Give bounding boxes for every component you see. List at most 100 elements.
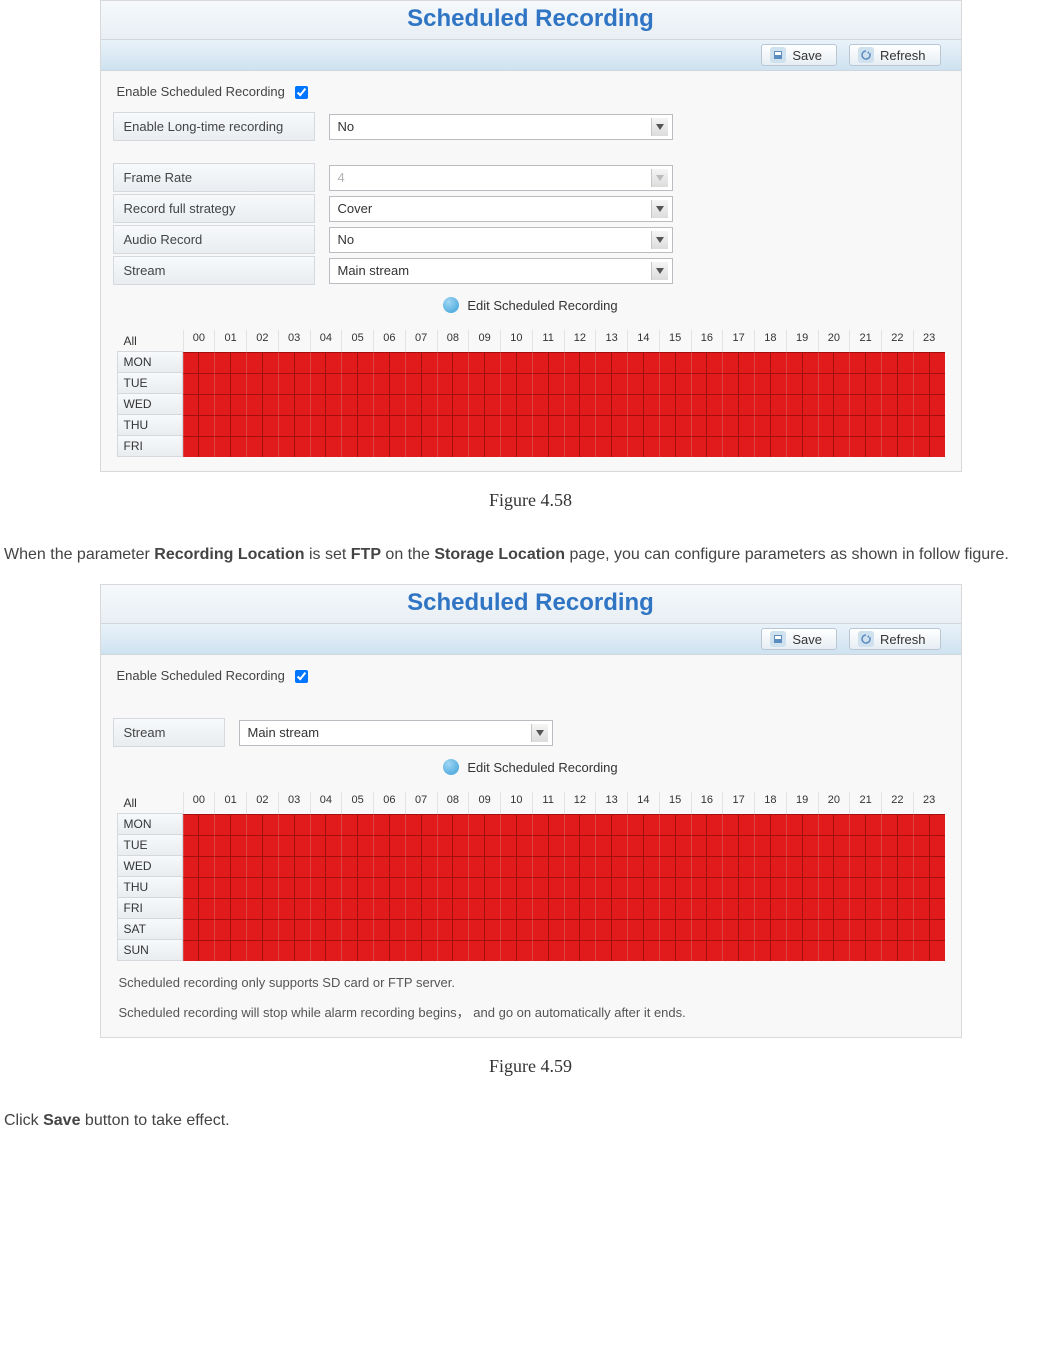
select-stream[interactable]: Main stream [239, 720, 553, 746]
schedule-cell[interactable] [754, 373, 770, 394]
schedule-cell[interactable] [183, 898, 199, 919]
schedule-cell[interactable] [833, 415, 849, 436]
schedule-cell[interactable] [278, 940, 294, 961]
schedule-cell[interactable] [595, 373, 611, 394]
schedule-cell[interactable] [183, 856, 199, 877]
schedule-cell[interactable] [611, 940, 627, 961]
schedule-cell[interactable] [341, 814, 357, 835]
schedule-cell[interactable] [262, 373, 278, 394]
schedule-cell[interactable] [452, 394, 468, 415]
schedule-cell[interactable] [770, 436, 786, 457]
schedule-cell[interactable] [706, 415, 722, 436]
schedule-cell[interactable] [691, 415, 707, 436]
schedule-cell[interactable] [484, 898, 500, 919]
schedule-cell[interactable] [468, 856, 484, 877]
schedule-cell[interactable] [691, 373, 707, 394]
schedule-cell[interactable] [786, 436, 802, 457]
schedule-cell[interactable] [929, 352, 945, 373]
schedule-cell[interactable] [849, 898, 865, 919]
schedule-cell[interactable] [548, 373, 564, 394]
schedule-cell[interactable] [611, 394, 627, 415]
schedule-cell[interactable] [659, 898, 675, 919]
schedule-cell[interactable] [786, 373, 802, 394]
schedule-cell[interactable] [341, 415, 357, 436]
schedule-cell[interactable] [230, 814, 246, 835]
schedule-cell[interactable] [802, 898, 818, 919]
schedule-cell[interactable] [706, 856, 722, 877]
schedule-cell[interactable] [310, 835, 326, 856]
schedule-cell[interactable] [865, 814, 881, 835]
refresh-button[interactable]: Refresh [849, 628, 941, 650]
schedule-cell[interactable] [516, 877, 532, 898]
schedule-cell[interactable] [722, 436, 738, 457]
schedule-cell[interactable] [421, 919, 437, 940]
schedule-cell[interactable] [183, 919, 199, 940]
schedule-cell[interactable] [691, 436, 707, 457]
schedule-cell[interactable] [579, 814, 595, 835]
schedule-cell[interactable] [341, 856, 357, 877]
schedule-cell[interactable] [675, 373, 691, 394]
schedule-cell[interactable] [310, 940, 326, 961]
schedule-cell[interactable] [452, 856, 468, 877]
schedule-cell[interactable] [230, 940, 246, 961]
schedule-cell[interactable] [214, 436, 230, 457]
schedule-cell[interactable] [897, 436, 913, 457]
schedule-cell[interactable] [548, 940, 564, 961]
schedule-cell[interactable] [516, 856, 532, 877]
schedule-cell[interactable] [548, 415, 564, 436]
schedule-cell[interactable] [452, 415, 468, 436]
schedule-cell[interactable] [357, 856, 373, 877]
schedule-cell[interactable] [849, 919, 865, 940]
schedule-cell[interactable] [675, 436, 691, 457]
schedule-cell[interactable] [770, 856, 786, 877]
schedule-cell[interactable] [659, 394, 675, 415]
schedule-cell[interactable] [484, 940, 500, 961]
schedule-cell[interactable] [405, 940, 421, 961]
schedule-cell[interactable] [564, 898, 580, 919]
schedule-cell[interactable] [564, 856, 580, 877]
schedule-cell[interactable] [929, 898, 945, 919]
schedule-cell[interactable] [246, 940, 262, 961]
schedule-cell[interactable] [818, 415, 834, 436]
schedule-cell[interactable] [833, 898, 849, 919]
schedule-cell[interactable] [818, 898, 834, 919]
schedule-cell[interactable] [532, 856, 548, 877]
schedule-cell[interactable] [659, 415, 675, 436]
schedule-cell[interactable] [468, 436, 484, 457]
schedule-cell[interactable] [484, 373, 500, 394]
schedule-cell[interactable] [722, 415, 738, 436]
schedule-cell[interactable] [865, 856, 881, 877]
schedule-cell[interactable] [881, 898, 897, 919]
schedule-cell[interactable] [500, 394, 516, 415]
schedule-cell[interactable] [246, 814, 262, 835]
schedule-cell[interactable] [913, 436, 929, 457]
schedule-cell[interactable] [389, 814, 405, 835]
schedule-cell[interactable] [246, 394, 262, 415]
schedule-cell[interactable] [532, 373, 548, 394]
schedule-cell[interactable] [754, 415, 770, 436]
schedule-cell[interactable] [691, 877, 707, 898]
schedule-cell[interactable] [627, 436, 643, 457]
schedule-cell[interactable] [627, 856, 643, 877]
schedule-cell[interactable] [738, 877, 754, 898]
schedule-cell[interactable] [405, 856, 421, 877]
schedule-cell[interactable] [262, 856, 278, 877]
schedule-cell[interactable] [405, 352, 421, 373]
schedule-cell[interactable] [325, 856, 341, 877]
schedule-cell[interactable] [373, 877, 389, 898]
schedule-cell[interactable] [738, 373, 754, 394]
schedule-cell[interactable] [706, 877, 722, 898]
schedule-cell[interactable] [468, 898, 484, 919]
schedule-cell[interactable] [421, 877, 437, 898]
schedule-cell[interactable] [897, 373, 913, 394]
schedule-cell[interactable] [389, 415, 405, 436]
schedule-cell[interactable] [691, 835, 707, 856]
day-label[interactable]: FRI [117, 897, 183, 919]
select-audio[interactable]: No [329, 227, 673, 253]
day-label[interactable]: SAT [117, 918, 183, 940]
schedule-cell[interactable] [881, 856, 897, 877]
schedule-cell[interactable] [198, 352, 214, 373]
schedule-cell[interactable] [929, 856, 945, 877]
schedule-cell[interactable] [675, 415, 691, 436]
schedule-cell[interactable] [675, 352, 691, 373]
